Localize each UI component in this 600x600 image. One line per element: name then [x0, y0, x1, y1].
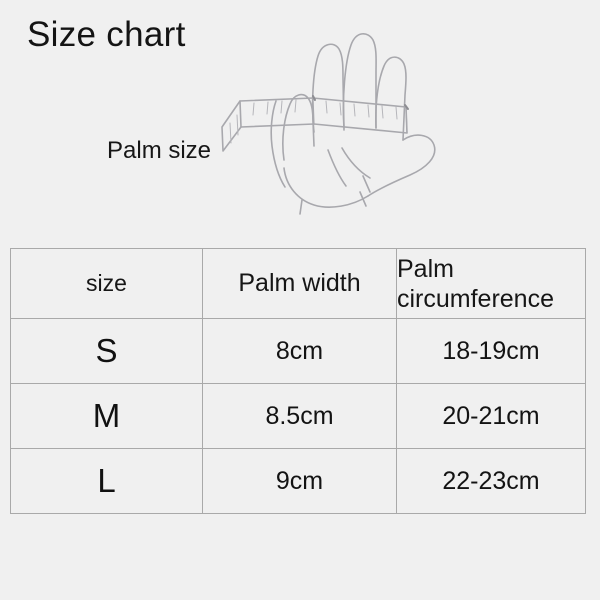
table-header-row: size Palm width Palm circumference	[10, 248, 586, 319]
cell-palm-width: 8.5cm	[202, 383, 397, 449]
table-row: M 8.5cm 20-21cm	[10, 383, 586, 449]
cell-size: L	[10, 448, 203, 514]
cell-size: S	[10, 318, 203, 384]
column-header-palm-circumference: Palm circumference	[396, 248, 586, 319]
cell-palm-circumference: 18-19cm	[396, 318, 586, 384]
cell-size: M	[10, 383, 203, 449]
table-row: S 8cm 18-19cm	[10, 318, 586, 384]
page-title: Size chart	[27, 15, 186, 54]
cell-palm-circumference: 20-21cm	[396, 383, 586, 449]
cell-palm-width: 9cm	[202, 448, 397, 514]
column-header-palm-width: Palm width	[202, 248, 397, 319]
cell-palm-width: 8cm	[202, 318, 397, 384]
size-chart-page: Size chart Palm size size Palm width Pal…	[0, 0, 600, 600]
hand-measurement-illustration	[221, 33, 436, 215]
table-row: L 9cm 22-23cm	[10, 448, 586, 514]
column-header-size: size	[10, 248, 203, 319]
cell-palm-circumference: 22-23cm	[396, 448, 586, 514]
size-chart-table: size Palm width Palm circumference S 8cm…	[10, 248, 586, 514]
palm-size-caption: Palm size	[107, 137, 212, 164]
